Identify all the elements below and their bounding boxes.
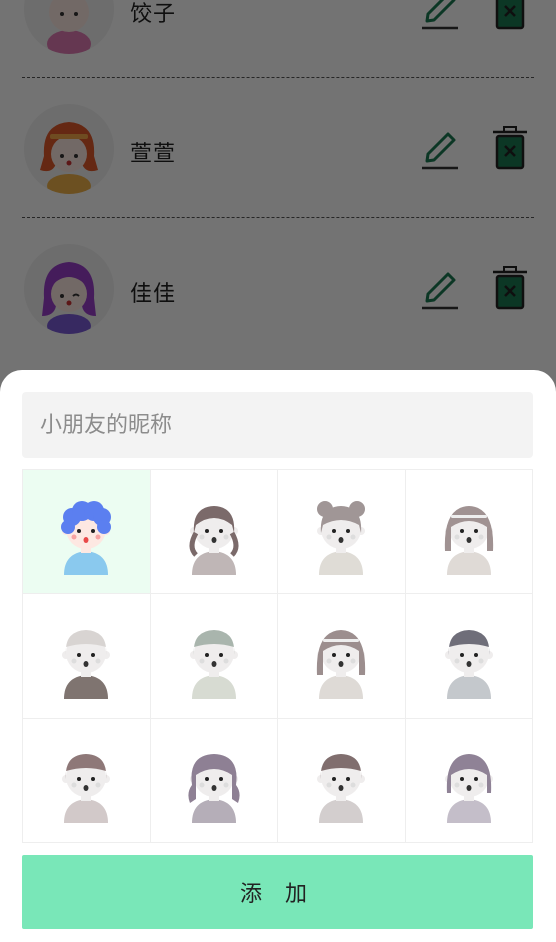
boy-blue-curly-avatar-option[interactable]	[23, 470, 151, 595]
screen: 饺子 萱萱	[0, 0, 556, 942]
girl-purple-bob-avatar-option[interactable]	[405, 718, 533, 843]
add-kid-sheet: 添 加	[0, 370, 556, 942]
boy-light-hair-avatar-option[interactable]	[23, 594, 151, 719]
avatar-picker-grid	[22, 469, 533, 843]
add-button[interactable]: 添 加	[22, 855, 533, 929]
boy-grey-green-avatar-option[interactable]	[150, 594, 278, 719]
boy-dark-wink-avatar-icon	[444, 629, 493, 699]
girl-headband-avatar-icon	[444, 505, 493, 575]
girl-wavy-avatar-icon	[188, 754, 240, 824]
boy-brown-wink-avatar-icon	[62, 754, 111, 824]
boy-blue-curly-avatar-icon	[61, 500, 112, 575]
girl-buns-avatar-icon	[317, 500, 366, 575]
girl-buns-avatar-option[interactable]	[278, 470, 406, 595]
girl-purple-bob-avatar-icon	[444, 754, 493, 824]
girl-long-wink-avatar-option[interactable]	[278, 594, 406, 719]
boy-dark-wink-avatar-option[interactable]	[405, 594, 533, 719]
girl-long-wink-avatar-icon	[317, 629, 366, 699]
girl-pigtails-avatar-icon	[189, 505, 239, 575]
boy-bowl-avatar-option[interactable]	[278, 718, 406, 843]
boy-light-hair-avatar-icon	[62, 629, 111, 699]
boy-brown-wink-avatar-option[interactable]	[23, 718, 151, 843]
girl-headband-avatar-option[interactable]	[405, 470, 533, 595]
boy-bowl-avatar-icon	[317, 754, 366, 824]
girl-pigtails-avatar-option[interactable]	[150, 470, 278, 595]
nickname-input[interactable]	[22, 392, 533, 458]
girl-wavy-avatar-option[interactable]	[150, 718, 278, 843]
boy-grey-green-avatar-icon	[189, 629, 238, 699]
